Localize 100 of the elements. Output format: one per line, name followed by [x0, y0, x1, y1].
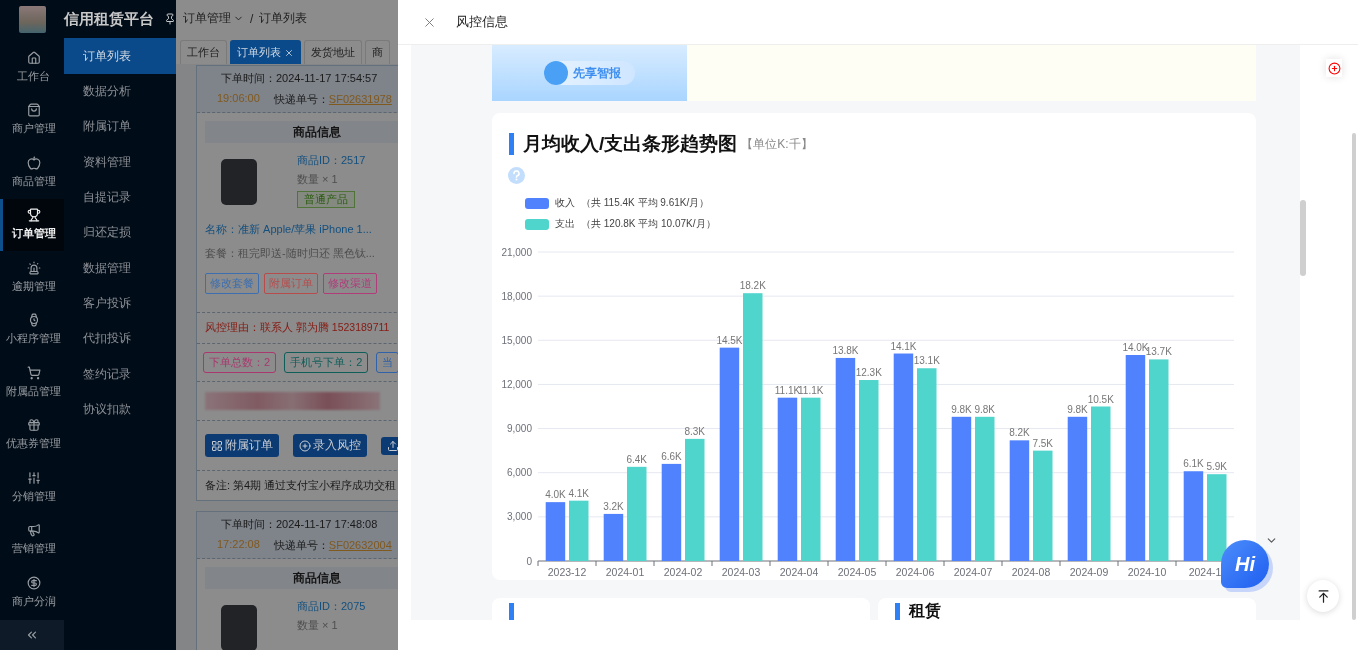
chart-bar	[545, 502, 566, 561]
y-axis-label: 18,000	[501, 290, 532, 302]
bar-value-label: 4.0K	[545, 489, 566, 501]
sliders-icon	[26, 470, 41, 485]
section-title: 租赁	[909, 602, 941, 620]
drawer-title: 风控信息	[456, 13, 508, 31]
breadcrumb-item[interactable]: 订单列表	[259, 10, 308, 27]
bar-value-label: 9.8K	[974, 403, 996, 415]
order-button[interactable]	[381, 436, 398, 455]
rail-item[interactable]: 分销管理	[0, 461, 64, 514]
tracking-label: 快递单号：SF02631978	[273, 92, 392, 107]
bar-value-label: 13.8K	[832, 344, 859, 356]
bar-value-label: 5.9K	[1206, 461, 1228, 473]
chart-title: 月均收入/支出条形趋势图	[523, 132, 738, 156]
y-axis-label: 9,000	[506, 423, 532, 435]
x-axis-label: 2024-1	[1188, 566, 1222, 578]
bar-value-label: 4.1K	[568, 487, 590, 499]
section-title: 商品信息	[205, 567, 398, 589]
scrollbar-thumb[interactable]	[1352, 133, 1356, 620]
x-axis-label: 2024-04	[779, 566, 819, 578]
rail-item[interactable]: 订单管理	[0, 198, 64, 251]
app-title: 信用租赁平台	[64, 9, 154, 29]
submenu-item[interactable]: 附属订单	[64, 109, 176, 145]
bar-value-label: 6.4K	[626, 453, 648, 465]
title-accent-bar	[509, 603, 514, 620]
order-button[interactable]: 录入风控	[293, 434, 367, 457]
pin-icon[interactable]	[164, 13, 176, 25]
bar-value-label: 13.1K	[913, 355, 940, 367]
x-axis-label: 2024-05	[837, 566, 877, 578]
product-id: 商品ID：2075	[297, 599, 366, 614]
rail-item[interactable]: 营销管理	[0, 513, 64, 566]
rail-item[interactable]: 商户管理	[0, 93, 64, 146]
bar-value-label: 12.3K	[855, 367, 882, 378]
y-axis-label: 0	[526, 555, 532, 567]
y-axis-label: 12,000	[501, 378, 532, 390]
upload-icon	[387, 439, 398, 452]
chart-bar	[603, 513, 624, 561]
submenu-item[interactable]: 协议扣款	[64, 391, 176, 427]
legend-label: 收入	[555, 196, 575, 210]
rail-item[interactable]: 商户分润	[0, 566, 64, 619]
rail-item[interactable]: 商品管理	[0, 146, 64, 199]
grid-icon	[211, 439, 223, 452]
tab[interactable]: 商	[365, 40, 390, 64]
x-axis-label: 2024-09	[1069, 566, 1109, 578]
legend-label: 支出	[555, 217, 575, 231]
siren-icon	[26, 260, 41, 275]
megaphone-icon	[26, 523, 41, 538]
product-name: 名称：准新 Apple/苹果 iPhone 1...	[205, 222, 373, 237]
submenu-item[interactable]: 自提记录	[64, 179, 176, 216]
bar-value-label: 6.6K	[661, 450, 682, 462]
bar-value-label: 9.8K	[951, 403, 972, 415]
rail-item[interactable]: 附属品管理	[0, 356, 64, 409]
scrollbar-thumb[interactable]	[1300, 200, 1306, 276]
section-title: 商品信息	[205, 121, 398, 143]
trophy-icon	[26, 208, 41, 223]
due-time: 17:22:08	[217, 538, 260, 552]
tab[interactable]: 工作台	[180, 40, 227, 64]
tab[interactable]: 订单列表	[230, 40, 301, 64]
rail-item[interactable]: 优惠券管理	[0, 408, 64, 461]
bag-icon	[26, 103, 41, 118]
y-axis-label: 6,000	[506, 467, 532, 479]
logo	[18, 5, 46, 33]
submenu-item[interactable]: 资料管理	[64, 144, 176, 180]
risk-reason: 风控理由：联系人 郭为腾 1523189711	[205, 321, 390, 335]
add-button[interactable]	[1326, 59, 1342, 77]
submenu-item[interactable]: 代扣投诉	[64, 321, 176, 357]
title-accent-bar	[509, 133, 514, 155]
submenu-item[interactable]: 签约记录	[64, 356, 176, 392]
rail-item[interactable]: 逾期管理	[0, 251, 64, 304]
x-axis-label: 2024-10	[1127, 566, 1167, 578]
cart-icon	[26, 365, 41, 380]
bar-value-label: 8.2K	[1009, 427, 1030, 439]
order-button[interactable]: 附属订单	[205, 434, 279, 457]
bar-value-label: 10.5K	[1087, 393, 1114, 405]
x-axis-label: 2024-06	[895, 566, 935, 578]
chevrons-left-icon	[25, 628, 39, 642]
apple-icon	[26, 155, 41, 170]
y-axis-label: 15,000	[501, 334, 532, 346]
rail-item[interactable]: 工作台	[0, 41, 64, 94]
y-axis-label: 3,000	[506, 511, 532, 523]
bar-value-label: 6.1K	[1183, 458, 1204, 470]
order-time: 下单时间：2024-11-17 17:48:08	[221, 517, 378, 532]
close-icon[interactable]	[284, 47, 294, 58]
bar-value-label: 8.3K	[684, 425, 706, 437]
bar-value-label: 14.5K	[716, 334, 743, 346]
bar-value-label: 3.2K	[603, 500, 624, 512]
tab[interactable]: 发货地址	[304, 40, 362, 64]
submenu-item[interactable]: 数据分析	[64, 74, 176, 110]
legend-summary: （共 120.8K 平均 10.07K/月）	[581, 217, 716, 231]
x-axis-label: 2023-12	[547, 566, 587, 578]
rail-item[interactable]: 小程序管理	[0, 303, 64, 356]
plus-circle-icon	[299, 439, 311, 452]
stat-tag: 下单总数：2	[203, 352, 277, 373]
submenu-item[interactable]: 订单列表	[64, 38, 176, 74]
submenu-item[interactable]: 归还定损	[64, 215, 176, 251]
submenu-item[interactable]: 数据管理	[64, 250, 176, 286]
breadcrumb-item[interactable]: 订单管理	[183, 10, 244, 27]
submenu-item[interactable]: 客户投诉	[64, 285, 176, 322]
coin-icon	[26, 575, 41, 590]
product-tag: 普通产品	[297, 191, 355, 208]
